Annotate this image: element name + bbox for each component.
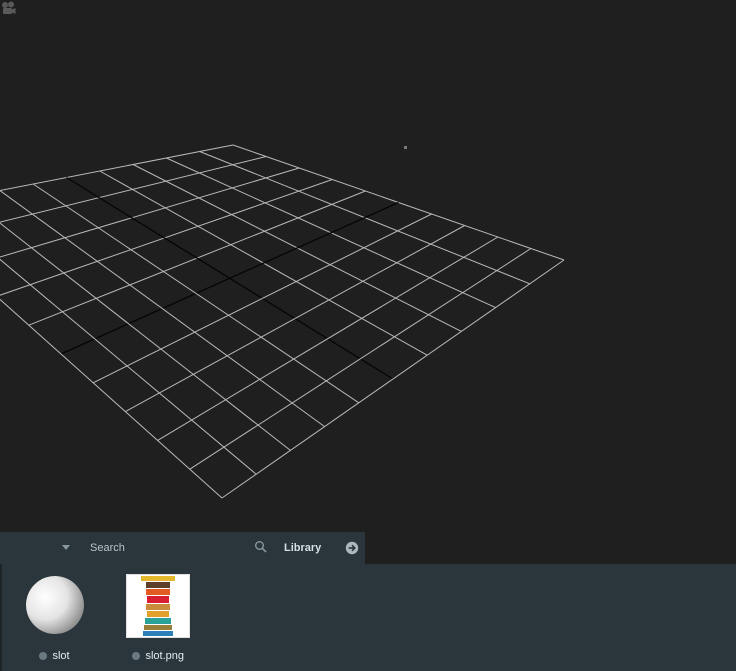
asset-name: slot.png — [145, 649, 184, 662]
grid-line — [0, 144, 234, 191]
grid-line — [157, 236, 499, 441]
grid-line — [189, 248, 532, 470]
asset-label: slot — [39, 647, 119, 662]
grid-line — [0, 258, 257, 475]
scene-point-marker — [404, 146, 407, 149]
search-input[interactable] — [82, 538, 250, 558]
asset-name: slot — [52, 649, 70, 662]
asset-tile-image[interactable]: slot.png — [126, 574, 196, 666]
asset-browser: slot slot.png — [0, 564, 736, 671]
library-button[interactable]: Library — [284, 542, 321, 554]
slot-strip-icon — [141, 576, 175, 636]
png-thumbnail — [126, 574, 190, 638]
ground-grid — [0, 144, 565, 499]
triangle-down-icon[interactable] — [58, 542, 74, 554]
asset-tile-model[interactable]: slot — [22, 574, 92, 666]
asset-label: slot.png — [132, 647, 212, 662]
sphere-thumbnail — [26, 576, 84, 634]
grid-line — [0, 167, 300, 258]
camera-icon[interactable] — [0, 0, 16, 16]
grid-line — [32, 183, 360, 404]
editor-window: Library slot — [0, 0, 736, 671]
search-field — [82, 538, 272, 558]
grid-line — [221, 259, 565, 499]
grid-line — [0, 179, 333, 296]
panel-divider — [0, 564, 2, 671]
grid-line — [0, 222, 291, 451]
asset-toolbar: Library — [0, 532, 365, 564]
scene-viewport[interactable] — [0, 0, 736, 532]
search-icon[interactable] — [254, 540, 268, 554]
grid-axis-line — [60, 201, 399, 355]
arrow-circle-right-icon[interactable] — [345, 541, 359, 555]
status-dot — [39, 651, 47, 660]
grid-line — [0, 156, 267, 223]
grid-line — [92, 213, 432, 384]
status-dot — [132, 651, 140, 660]
